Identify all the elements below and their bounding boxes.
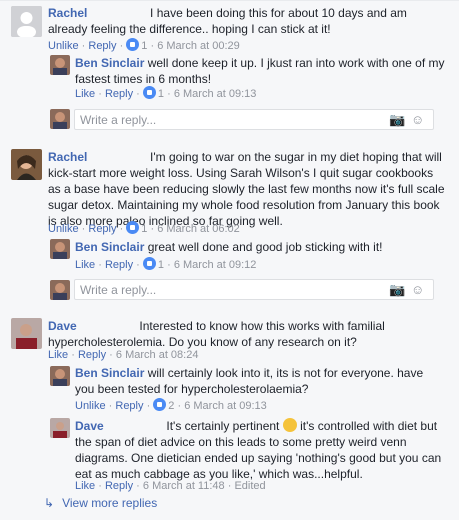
comment-timestamp[interactable]: 6 March at 08:24 xyxy=(116,349,199,361)
reply-timestamp[interactable]: 6 March at 09:13 xyxy=(174,88,257,100)
edited-label[interactable]: Edited xyxy=(234,480,265,492)
view-more-label: View more replies xyxy=(62,496,158,510)
reply-link[interactable]: Reply xyxy=(105,259,133,271)
comment-body: Rachel I have been doing this for about … xyxy=(48,5,448,37)
camera-icon[interactable]: 📷 xyxy=(389,112,405,128)
avatar[interactable] xyxy=(50,366,70,386)
comment-actions: Like · Reply · 6 March at 08:24 xyxy=(48,349,199,361)
like-badge-icon xyxy=(126,38,140,51)
reply-author[interactable]: Dave xyxy=(75,419,104,433)
dave-avatar-icon xyxy=(11,318,42,349)
reply-text: great well done and good job sticking wi… xyxy=(147,240,383,254)
reply-timestamp[interactable]: 6 March at 09:13 xyxy=(184,400,267,412)
avatar xyxy=(50,280,70,300)
redacted-name xyxy=(80,321,137,332)
reply-input[interactable]: Write a reply... 📷 ☺ xyxy=(74,109,434,130)
dave-avatar-icon xyxy=(50,418,70,438)
ben-avatar-icon xyxy=(50,55,70,75)
ben-avatar-icon xyxy=(50,109,70,129)
smiley-emoji-icon xyxy=(282,418,297,432)
avatar xyxy=(50,109,70,129)
comment-timestamp[interactable]: 6 March at 00:29 xyxy=(157,40,240,52)
reply-link[interactable]: Reply xyxy=(105,88,133,100)
unlike-link[interactable]: Unlike xyxy=(48,223,79,235)
like-link[interactable]: Like xyxy=(75,259,95,271)
comment-actions: Unlike · Reply · 1 · 6 March at 06:02 xyxy=(48,221,240,235)
comment-actions: Unlike · Reply · 1 · 6 March at 00:29 xyxy=(48,38,240,52)
reply-body: Dave It's certainly pertinent it's contr… xyxy=(75,418,445,482)
rachel-avatar-icon xyxy=(11,149,42,180)
reply-actions: Like · Reply · 1 · 6 March at 09:12 xyxy=(75,257,257,271)
reply-timestamp[interactable]: 6 March at 09:12 xyxy=(174,259,257,271)
avatar[interactable] xyxy=(11,6,42,37)
comment-body: Rachel I'm going to war on the sugar in … xyxy=(48,149,448,229)
reply-author[interactable]: Ben Sinclair xyxy=(75,56,144,70)
like-badge-icon xyxy=(142,86,156,99)
reply-author[interactable]: Ben Sinclair xyxy=(75,366,144,380)
view-more-replies[interactable]: ↳ View more replies xyxy=(44,496,157,510)
reply-link[interactable]: Reply xyxy=(105,480,133,492)
like-count[interactable]: 1 xyxy=(158,259,164,271)
default-avatar-icon xyxy=(11,6,42,37)
comment-body: Dave Interested to know how this works w… xyxy=(48,318,448,350)
like-link[interactable]: Like xyxy=(75,88,95,100)
comment-author[interactable]: Rachel xyxy=(48,150,87,164)
like-badge-icon xyxy=(153,398,167,411)
unlike-link[interactable]: Unlike xyxy=(75,400,106,412)
reply-body: Ben Sinclair will certainly look into it… xyxy=(75,365,445,397)
reply-link[interactable]: Reply xyxy=(88,40,116,52)
redacted-name xyxy=(90,152,147,163)
avatar[interactable] xyxy=(50,55,70,75)
reply-link[interactable]: Reply xyxy=(115,400,143,412)
comment-timestamp[interactable]: 6 March at 06:02 xyxy=(157,223,240,235)
reply-link[interactable]: Reply xyxy=(78,349,106,361)
like-badge-icon xyxy=(126,221,140,234)
redacted-name xyxy=(90,8,147,19)
avatar[interactable] xyxy=(11,318,42,349)
avatar[interactable] xyxy=(50,239,70,259)
ben-avatar-icon xyxy=(50,239,70,259)
reply-link[interactable]: Reply xyxy=(88,223,116,235)
like-count[interactable]: 2 xyxy=(168,400,174,412)
reply-placeholder: Write a reply... xyxy=(80,283,157,297)
reply-text: It's certainly pertinent xyxy=(166,419,280,433)
like-link[interactable]: Like xyxy=(48,349,68,361)
comment-author[interactable]: Rachel xyxy=(48,6,87,20)
ben-avatar-icon xyxy=(50,280,70,300)
reply-actions: Unlike · Reply · 2 · 6 March at 09:13 xyxy=(75,398,267,412)
like-count[interactable]: 1 xyxy=(158,88,164,100)
camera-icon[interactable]: 📷 xyxy=(389,282,405,298)
ben-avatar-icon xyxy=(50,366,70,386)
avatar[interactable] xyxy=(50,418,70,438)
reply-actions: Like · Reply · 1 · 6 March at 09:13 xyxy=(75,86,257,100)
emoji-icon[interactable]: ☺ xyxy=(411,282,424,297)
reply-body: Ben Sinclair great well done and good jo… xyxy=(75,239,445,255)
reply-arrow-icon: ↳ xyxy=(44,496,55,510)
reply-body: Ben Sinclair well done keep it up. I jku… xyxy=(75,55,445,87)
top-divider xyxy=(0,0,459,1)
reply-author[interactable]: Ben Sinclair xyxy=(75,240,144,254)
reply-placeholder: Write a reply... xyxy=(80,113,157,127)
reply-input[interactable]: Write a reply... 📷 ☺ xyxy=(74,279,434,300)
like-link[interactable]: Like xyxy=(75,480,95,492)
reply-actions: Like · Reply · 6 March at 11:48 · Edited xyxy=(75,480,266,492)
unlike-link[interactable]: Unlike xyxy=(48,40,79,52)
emoji-icon[interactable]: ☺ xyxy=(411,112,424,127)
redacted-name xyxy=(107,421,164,432)
like-count[interactable]: 1 xyxy=(141,223,147,235)
like-count[interactable]: 1 xyxy=(141,40,147,52)
reply-timestamp[interactable]: 6 March at 11:48 xyxy=(143,480,225,492)
avatar[interactable] xyxy=(11,149,42,180)
like-badge-icon xyxy=(142,257,156,270)
comment-author[interactable]: Dave xyxy=(48,319,77,333)
